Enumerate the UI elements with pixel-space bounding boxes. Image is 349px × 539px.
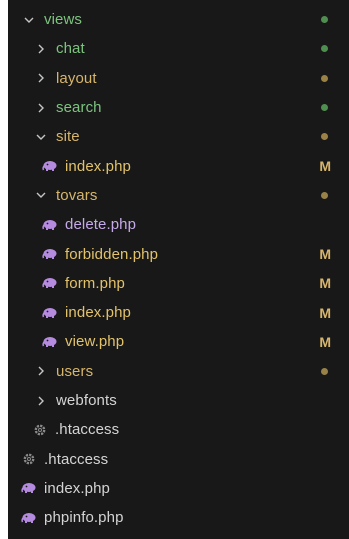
tree-file-phpinfo-php[interactable]: phpinfo.php (8, 503, 349, 532)
tree-file-delete-php[interactable]: delete.php (8, 210, 349, 239)
tree-item-label: site (56, 128, 80, 146)
tree-item-label: index.php (65, 304, 131, 322)
tree-file-index-php[interactable]: index.php M (8, 298, 349, 327)
git-status-dot-untracked (321, 45, 328, 53)
tree-folder-chat[interactable]: chat (8, 34, 349, 63)
gear-icon (21, 452, 37, 466)
chevron-down-icon (22, 13, 36, 27)
tree-file-forbidden-php[interactable]: forbidden.php M (8, 239, 349, 268)
tree-item-label: delete.php (65, 216, 137, 234)
chevron-down-icon (34, 188, 48, 202)
tree-file-index-php[interactable]: index.php M (8, 151, 349, 180)
gear-icon (32, 423, 48, 437)
tree-item-label: forbidden.php (65, 245, 159, 263)
chevron-right-icon (34, 394, 48, 408)
tree-file-htaccess[interactable]: .htaccess (8, 444, 349, 473)
git-modified-badge: M (319, 158, 331, 175)
tree-item-label: form.php (65, 274, 125, 292)
tree-item-label: view.php (65, 333, 125, 351)
git-status-dot-modified (321, 133, 328, 141)
git-status-dot-untracked (321, 16, 328, 24)
git-status-dot-modified (321, 191, 328, 199)
php-elephant-icon (21, 511, 37, 525)
tree-folder-views[interactable]: views (8, 5, 349, 34)
tree-folder-site[interactable]: site (8, 122, 349, 151)
tree-item-label: users (56, 362, 94, 380)
tree-item-label: search (56, 99, 102, 117)
tree-item-label: phpinfo.php (44, 509, 124, 527)
php-elephant-icon (42, 335, 58, 349)
php-elephant-icon (42, 159, 58, 173)
tree-file-index-php[interactable]: index.php (8, 474, 349, 503)
tree-item-label: layout (56, 69, 97, 87)
git-status-dot-modified (321, 74, 328, 82)
tree-item-label: index.php (65, 157, 131, 175)
tree-folder-search[interactable]: search (8, 93, 349, 122)
tree-folder-layout[interactable]: layout (8, 64, 349, 93)
chevron-right-icon (34, 364, 48, 378)
tree-file-view-php[interactable]: view.php M (8, 327, 349, 356)
file-explorer-tree: views chat layout search site index.php … (8, 0, 349, 539)
tree-item-label: views (44, 11, 83, 29)
tree-item-label: index.php (44, 479, 110, 497)
tree-item-label: tovars (56, 186, 98, 204)
chevron-right-icon (34, 42, 48, 56)
php-elephant-icon (42, 218, 58, 232)
tree-file-htaccess[interactable]: .htaccess (8, 415, 349, 444)
tree-folder-users[interactable]: users (8, 357, 349, 386)
tree-file-form-php[interactable]: form.php M (8, 269, 349, 298)
php-elephant-icon (42, 306, 58, 320)
git-status-dot-untracked (321, 104, 328, 112)
tree-item-label: webfonts (56, 392, 117, 409)
chevron-right-icon (34, 101, 48, 115)
git-status-dot-modified (321, 367, 328, 375)
php-elephant-icon (21, 481, 37, 495)
tree-item-label: .htaccess (44, 450, 109, 468)
tree-item-label: chat (56, 40, 85, 58)
tree-item-label: .htaccess (55, 421, 120, 439)
git-modified-badge: M (319, 304, 331, 321)
tree-folder-webfonts[interactable]: webfonts (8, 386, 349, 415)
tree-folder-tovars[interactable]: tovars (8, 181, 349, 210)
php-elephant-icon (42, 247, 58, 261)
chevron-down-icon (34, 130, 48, 144)
git-modified-badge: M (319, 333, 331, 350)
git-modified-badge: M (319, 275, 331, 292)
git-modified-badge: M (319, 246, 331, 263)
php-elephant-icon (42, 276, 58, 290)
chevron-right-icon (34, 71, 48, 85)
